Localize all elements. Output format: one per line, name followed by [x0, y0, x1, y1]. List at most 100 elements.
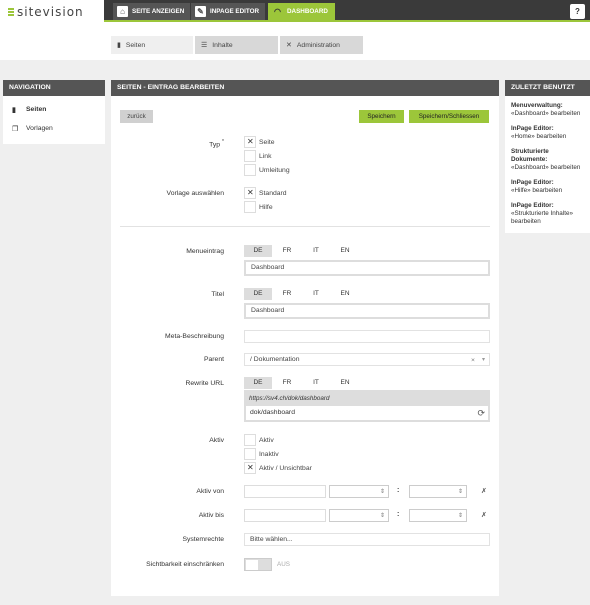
save-button[interactable]: Speichern: [359, 110, 404, 123]
typ-option-umleitung[interactable]: Umleitung: [244, 164, 290, 176]
dashboard-button[interactable]: ◠ DASHBOARD: [268, 3, 335, 20]
recent-item-detail: «Home» bearbeiten: [511, 132, 567, 140]
required-marker: *: [222, 139, 224, 145]
clear-icon[interactable]: ×: [471, 355, 475, 367]
help-button[interactable]: ?: [570, 4, 585, 19]
navigation-panel: NAVIGATION ▮ Seiten ❐ Vorlagen: [3, 80, 105, 144]
parent-select[interactable]: / Dokumentation × ▾: [244, 353, 490, 366]
aktiv-option-inaktiv[interactable]: Inaktiv: [244, 448, 279, 460]
typ-option-link[interactable]: Link: [244, 150, 271, 162]
aktiv-option-aktiv[interactable]: Aktiv: [244, 434, 274, 446]
page-icon: ▮: [12, 106, 16, 114]
sitevision-logo[interactable]: sitevision: [0, 0, 104, 24]
lang-tab-fr[interactable]: FR: [273, 288, 301, 300]
aktiv-option-unsichtbar[interactable]: Aktiv / Unsichtbar: [244, 462, 312, 474]
rewrite-language-tabs: DE FR IT EN: [244, 377, 490, 389]
lang-tab-it[interactable]: IT: [302, 245, 330, 257]
checkbox-icon: [244, 201, 256, 213]
back-button[interactable]: zurück: [120, 110, 153, 123]
aktiv-von-hour-select[interactable]: ⇕: [329, 485, 389, 498]
aktiv-bis-label: Aktiv bis: [198, 512, 224, 519]
menueintrag-language-tabs: DE FR IT EN: [244, 245, 490, 257]
parent-value: / Dokumentation: [250, 356, 300, 363]
seite-anzeigen-label: SEITE ANZEIGEN: [132, 8, 185, 15]
lang-tab-en[interactable]: EN: [331, 245, 359, 257]
typ-option-seite[interactable]: Seite: [244, 136, 275, 148]
divider: [120, 226, 490, 227]
chevron-down-icon: ▾: [481, 357, 485, 363]
aktiv-bis-hour-select[interactable]: ⇕: [329, 509, 389, 522]
toggle-state-label: AUS: [277, 561, 290, 568]
option-label: Umleitung: [259, 166, 290, 174]
home-icon: ⌂: [117, 6, 128, 17]
recent-item[interactable]: InPage Editor: «Hilfe» bearbeiten: [505, 177, 590, 200]
time-separator: :: [397, 487, 400, 494]
inpage-editor-button[interactable]: ✎ INPAGE EDITOR: [191, 3, 266, 20]
checked-box-icon: [244, 187, 256, 199]
stepper-arrows-icon: ⇕: [379, 489, 385, 495]
dashboard-label: DASHBOARD: [287, 8, 328, 15]
titel-input[interactable]: Dashboard: [244, 303, 490, 319]
logo-bars-icon: [8, 8, 14, 16]
clear-aktiv-von-icon[interactable]: ✗: [481, 487, 487, 495]
top-bar: sitevision ⌂ SEITE ANZEIGEN ✎ INPAGE EDI…: [0, 0, 590, 24]
option-label: Aktiv: [259, 436, 274, 444]
sichtbarkeit-toggle[interactable]: [244, 558, 272, 571]
meta-beschreibung-input[interactable]: [244, 330, 490, 343]
recent-item-detail: «Hilfe» bearbeiten: [511, 186, 563, 194]
vorlage-option-standard[interactable]: Standard: [244, 187, 287, 199]
recent-item[interactable]: Menuverwaltung: «Dashboard» bearbeiten: [505, 100, 590, 123]
copy-icon: ❐: [12, 125, 19, 133]
systemrechte-select[interactable]: Bitte wählen...: [244, 533, 490, 546]
recent-item[interactable]: InPage Editor: «Home» bearbeiten: [505, 123, 590, 146]
menueintrag-input[interactable]: Dashboard: [244, 260, 490, 276]
aktiv-von-minute-select[interactable]: ⇕: [409, 485, 467, 498]
sichtbarkeit-label: Sichtbarkeit einschränken: [146, 561, 224, 568]
nav-item-vorlagen[interactable]: ❐ Vorlagen: [3, 119, 105, 138]
refresh-icon[interactable]: ⟳: [477, 406, 485, 420]
navigation-title: NAVIGATION: [3, 80, 105, 96]
stepper-arrows-icon: ⇕: [379, 513, 385, 519]
tab-inhalte[interactable]: ☰ Inhalte: [195, 36, 278, 54]
list-icon: ☰: [201, 42, 208, 49]
aktiv-bis-date-input[interactable]: [244, 509, 326, 522]
typ-label: Typ *: [209, 139, 224, 148]
stepper-arrows-icon: ⇕: [457, 489, 463, 495]
lang-tab-it[interactable]: IT: [302, 288, 330, 300]
lang-tab-de[interactable]: DE: [244, 245, 272, 257]
rewrite-url-label: Rewrite URL: [185, 380, 224, 387]
recent-item-name: InPage Editor:: [511, 202, 554, 210]
recent-panel: ZULETZT BENUTZT Menuverwaltung: «Dashboar…: [505, 80, 590, 234]
nav-item-seiten[interactable]: ▮ Seiten: [3, 100, 105, 119]
checked-box-icon: [244, 462, 256, 474]
lang-tab-de[interactable]: DE: [244, 377, 272, 389]
gauge-icon: ◠: [274, 7, 281, 16]
option-label: Inaktiv: [259, 450, 279, 458]
vorlage-option-hilfe[interactable]: Hilfe: [244, 201, 273, 213]
editor-panel: SEITEN - EINTRAG BEARBEITEN zurück Speic…: [111, 80, 499, 596]
seite-anzeigen-button[interactable]: ⌂ SEITE ANZEIGEN: [113, 3, 191, 20]
checked-box-icon: [244, 136, 256, 148]
recent-item[interactable]: Strukturierte Dokumente: «Dashboard» bear…: [505, 146, 590, 177]
aktiv-von-date-input[interactable]: [244, 485, 326, 498]
time-separator: :: [397, 511, 400, 518]
recent-list: Menuverwaltung: «Dashboard» bearbeiten In…: [505, 96, 590, 234]
tab-seiten[interactable]: ▮ Seiten: [111, 36, 193, 54]
tools-icon: ✕: [286, 42, 292, 49]
save-close-button[interactable]: Speichern/Schliessen: [409, 110, 489, 123]
lang-tab-fr[interactable]: FR: [273, 377, 301, 389]
recent-item[interactable]: InPage Editor: «Strukturierte Inhalte» be…: [505, 200, 590, 231]
rewrite-url-value: dok/dashboard: [250, 409, 295, 416]
rewrite-url-input[interactable]: dok/dashboard ⟳: [246, 406, 488, 420]
lang-tab-en[interactable]: EN: [331, 288, 359, 300]
lang-tab-en[interactable]: EN: [331, 377, 359, 389]
clear-aktiv-bis-icon[interactable]: ✗: [481, 511, 487, 519]
option-label: Hilfe: [259, 203, 273, 211]
lang-tab-it[interactable]: IT: [302, 377, 330, 389]
checkbox-icon: [244, 164, 256, 176]
aktiv-bis-minute-select[interactable]: ⇕: [409, 509, 467, 522]
lang-tab-de[interactable]: DE: [244, 288, 272, 300]
lang-tab-fr[interactable]: FR: [273, 245, 301, 257]
tab-administration[interactable]: ✕ Administration: [280, 36, 363, 54]
checkbox-icon: [244, 448, 256, 460]
